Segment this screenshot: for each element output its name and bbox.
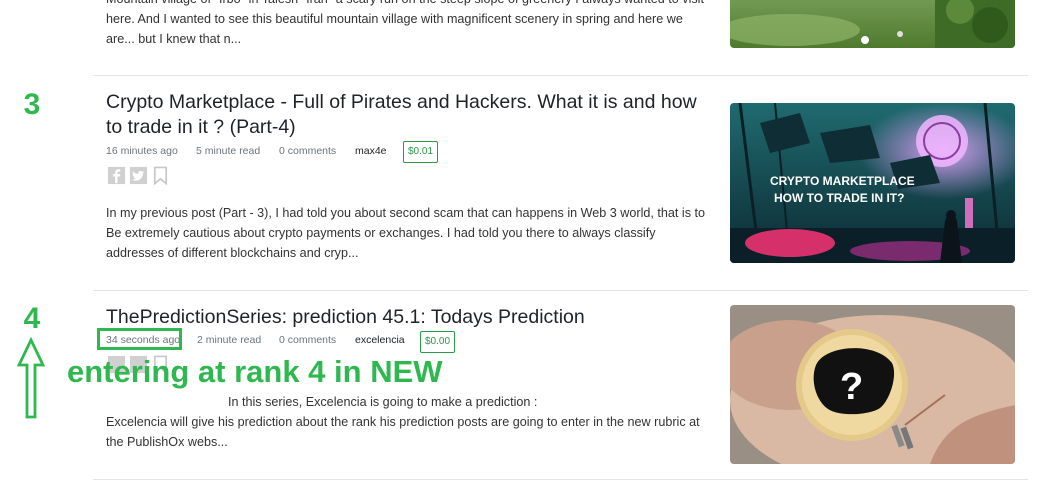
comments-link[interactable]: 0 comments: [279, 334, 336, 346]
divider: [93, 75, 1028, 76]
post-title[interactable]: Crypto Marketplace - Full of Pirates and…: [106, 90, 706, 140]
arrow-up-icon: [16, 337, 46, 419]
post-time: 16 minutes ago: [106, 145, 178, 157]
rank-number: 3: [23, 88, 41, 121]
post-thumbnail[interactable]: CRYPTO MARKETPLACE HOW TO TRADE IN IT?: [730, 103, 1015, 263]
post-excerpt: Mountain village of "Irbo" in Talesh "Ir…: [106, 0, 704, 46]
share-bar: [107, 166, 170, 186]
read-time: 5 minute read: [196, 145, 261, 157]
highlight-box: [97, 328, 182, 350]
divider: [93, 479, 1028, 480]
tip-price[interactable]: $0.01: [403, 141, 439, 163]
author-link[interactable]: excelencia: [355, 334, 405, 346]
tip-price[interactable]: $0.00: [420, 331, 456, 353]
post-excerpt: In my previous post (Part - 3), I had to…: [106, 206, 705, 260]
post-excerpt-intro: In this series, Excelencia is going to m…: [228, 395, 538, 409]
author-link[interactable]: max4e: [355, 145, 387, 157]
twitter-icon[interactable]: [129, 166, 148, 185]
facebook-icon[interactable]: [107, 166, 126, 185]
thumbnail-caption: HOW TO TRADE IN IT?: [774, 191, 904, 205]
comments-link[interactable]: 0 comments: [279, 145, 336, 157]
post-thumbnail[interactable]: [730, 0, 1015, 48]
thumbnail-caption: CRYPTO MARKETPLACE: [770, 174, 915, 188]
thumbnail-question-mark: ?: [840, 366, 863, 408]
rank-number: 4: [23, 302, 41, 335]
post-meta: 16 minutes ago 5 minute read 0 comments …: [106, 145, 406, 159]
annotation-text: entering at rank 4 in NEW: [67, 354, 443, 389]
post-thumbnail[interactable]: ?: [730, 305, 1015, 464]
post-excerpt: Excelencia will give his prediction abou…: [106, 415, 700, 449]
divider: [93, 290, 1028, 291]
bookmark-icon[interactable]: [151, 166, 170, 185]
post-title[interactable]: ThePredictionSeries: prediction 45.1: To…: [106, 305, 706, 330]
read-time: 2 minute read: [197, 334, 262, 346]
